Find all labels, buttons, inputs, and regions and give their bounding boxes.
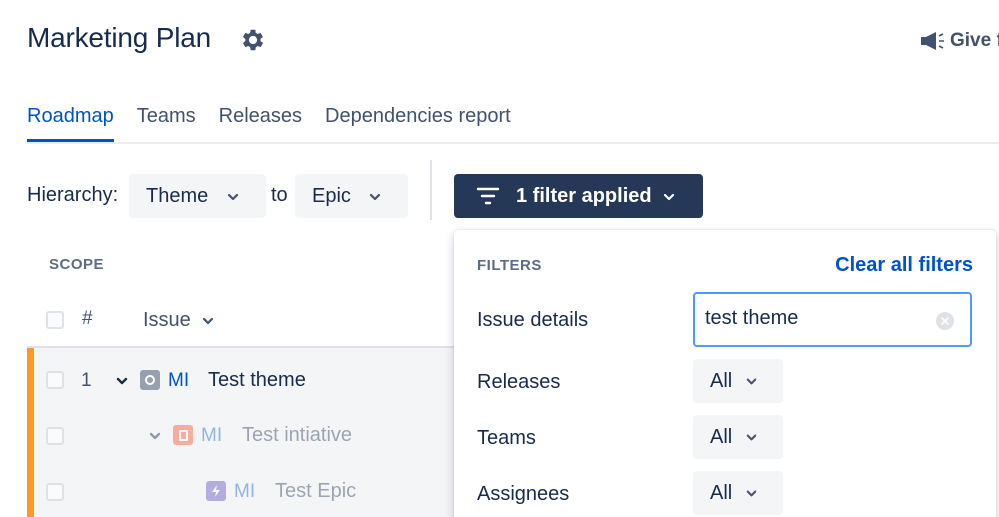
chevron-down-icon (746, 434, 757, 441)
megaphone-icon (921, 32, 944, 50)
assignees-label: Assignees (477, 483, 570, 505)
column-issue-label: Issue (143, 309, 191, 331)
to-label: to (271, 184, 288, 206)
chevron-down-icon (202, 317, 213, 324)
tabs-divider (27, 142, 999, 144)
chevron-down-icon[interactable] (148, 429, 162, 443)
select-all-checkbox[interactable] (46, 311, 64, 329)
filter-button[interactable]: 1 filter applied (454, 174, 703, 218)
filters-panel: FILTERS Clear all filters Issue details … (454, 230, 996, 517)
chevron-down-icon (746, 490, 757, 497)
issue-details-input[interactable] (705, 307, 925, 330)
assignees-value: All (710, 482, 733, 504)
row-number: 1 (81, 370, 92, 391)
issue-key[interactable]: MI (168, 370, 189, 392)
hierarchy-label: Hierarchy: (27, 184, 119, 206)
initiative-icon (173, 425, 193, 445)
releases-value: All (710, 370, 733, 392)
hierarchy-from-select[interactable]: Theme (129, 174, 266, 218)
tab-teams[interactable]: Teams (137, 105, 196, 142)
scope-rows: 1 MI Test theme MI Test intiative MI Tes… (27, 346, 467, 517)
table-row[interactable]: MI Test intiative (27, 408, 467, 464)
chevron-down-icon (369, 193, 381, 201)
row-checkbox[interactable] (46, 427, 64, 445)
tab-releases[interactable]: Releases (219, 105, 302, 142)
epic-icon (206, 481, 226, 501)
column-issue-sort[interactable]: Issue (143, 309, 215, 332)
hierarchy-to-select[interactable]: Epic (295, 174, 408, 218)
page-title: Marketing Plan (27, 22, 211, 53)
chevron-down-icon (663, 193, 675, 201)
table-row[interactable]: MI Test Epic (27, 464, 467, 517)
row-checkbox[interactable] (46, 371, 64, 389)
scope-heading: SCOPE (49, 256, 105, 273)
issue-name: Test Epic (275, 480, 357, 502)
tab-roadmap[interactable]: Roadmap (27, 105, 114, 142)
clear-all-filters-link[interactable]: Clear all filters (835, 254, 973, 277)
tab-dependencies-report[interactable]: Dependencies report (325, 105, 511, 142)
hierarchy-from-value: Theme (146, 184, 209, 207)
toolbar-divider (430, 160, 432, 220)
releases-label: Releases (477, 371, 561, 393)
filters-heading: FILTERS (477, 257, 542, 274)
chevron-down-icon[interactable] (115, 374, 129, 388)
teams-select[interactable]: All (693, 415, 783, 459)
filter-button-label: 1 filter applied (516, 185, 652, 207)
row-checkbox[interactable] (46, 483, 64, 501)
clear-input-icon[interactable] (936, 312, 954, 330)
tab-bar: Roadmap Teams Releases Dependencies repo… (27, 105, 511, 142)
assignees-select[interactable]: All (693, 471, 783, 515)
teams-label: Teams (477, 427, 536, 449)
issue-name: Test intiative (242, 424, 353, 446)
issue-details-field[interactable] (693, 292, 972, 347)
issue-key[interactable]: MI (201, 425, 222, 447)
teams-value: All (710, 426, 733, 448)
issue-key[interactable]: MI (234, 481, 255, 503)
chevron-down-icon (746, 378, 757, 385)
theme-icon (140, 370, 160, 390)
table-row[interactable]: 1 MI Test theme (27, 352, 467, 408)
give-feedback-label: Give f (950, 30, 999, 51)
row-accent-bar (27, 348, 34, 517)
chevron-down-icon (227, 193, 239, 201)
issue-details-label: Issue details (477, 309, 589, 331)
issue-name: Test theme (208, 369, 306, 391)
releases-select[interactable]: All (693, 359, 783, 403)
hierarchy-to-value: Epic (312, 184, 351, 207)
gear-icon[interactable] (239, 26, 267, 54)
column-hash: # (82, 308, 93, 329)
filter-icon (476, 187, 500, 205)
give-feedback-button[interactable]: Give f (920, 30, 999, 52)
